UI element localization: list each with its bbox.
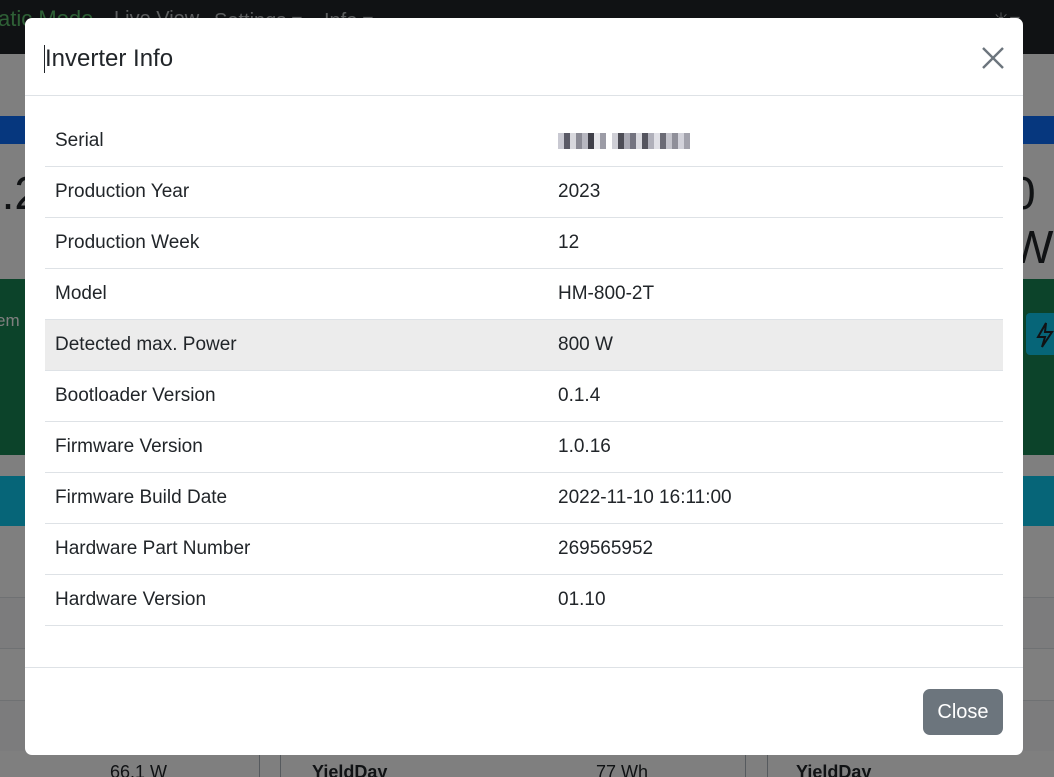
- table-row: Model HM-800-2T: [45, 268, 1003, 320]
- row-value: 800 W: [548, 319, 1003, 371]
- inverter-info-modal: Inverter Info Serial Production Year 202…: [25, 18, 1023, 755]
- row-value: 12: [548, 217, 1003, 269]
- serial-value: [548, 116, 1003, 167]
- table-row: Hardware Version 01.10: [45, 574, 1003, 626]
- table-row: Serial: [45, 116, 1003, 167]
- table-row: Firmware Version 1.0.16: [45, 421, 1003, 473]
- table-row: Bootloader Version 0.1.4: [45, 370, 1003, 422]
- table-row: Production Year 2023: [45, 166, 1003, 218]
- table-row: Production Week 12: [45, 217, 1003, 269]
- row-value: 2022-11-10 16:11:00: [548, 472, 1003, 524]
- row-label: Bootloader Version: [45, 370, 548, 422]
- row-value: 269565952: [548, 523, 1003, 575]
- row-label: Model: [45, 268, 548, 320]
- modal-body: Serial Production Year 2023 Production W…: [45, 116, 1003, 626]
- row-label: Production Year: [45, 166, 548, 218]
- row-value: HM-800-2T: [548, 268, 1003, 320]
- table-row: Firmware Build Date 2022-11-10 16:11:00: [45, 472, 1003, 524]
- table-row: Detected max. Power 800 W: [45, 319, 1003, 371]
- redacted-serial: [558, 132, 690, 149]
- row-value: 01.10: [548, 574, 1003, 626]
- close-icon[interactable]: [975, 40, 1011, 76]
- row-label: Firmware Build Date: [45, 472, 548, 524]
- row-label: Serial: [45, 116, 548, 167]
- row-value: 0.1.4: [548, 370, 1003, 422]
- close-button[interactable]: Close: [923, 689, 1003, 735]
- table-row: Hardware Part Number 269565952: [45, 523, 1003, 575]
- modal-title: Inverter Info: [45, 45, 174, 72]
- row-value: 2023: [548, 166, 1003, 218]
- inverter-info-table: Serial Production Year 2023 Production W…: [45, 116, 1003, 626]
- text-cursor: [44, 45, 45, 73]
- row-label: Hardware Part Number: [45, 523, 548, 575]
- modal-header: Inverter Info: [25, 18, 1023, 96]
- row-label: Hardware Version: [45, 574, 548, 626]
- row-label: Detected max. Power: [45, 319, 548, 371]
- row-label: Production Week: [45, 217, 548, 269]
- row-label: Firmware Version: [45, 421, 548, 473]
- modal-footer: Close: [25, 667, 1023, 755]
- row-value: 1.0.16: [548, 421, 1003, 473]
